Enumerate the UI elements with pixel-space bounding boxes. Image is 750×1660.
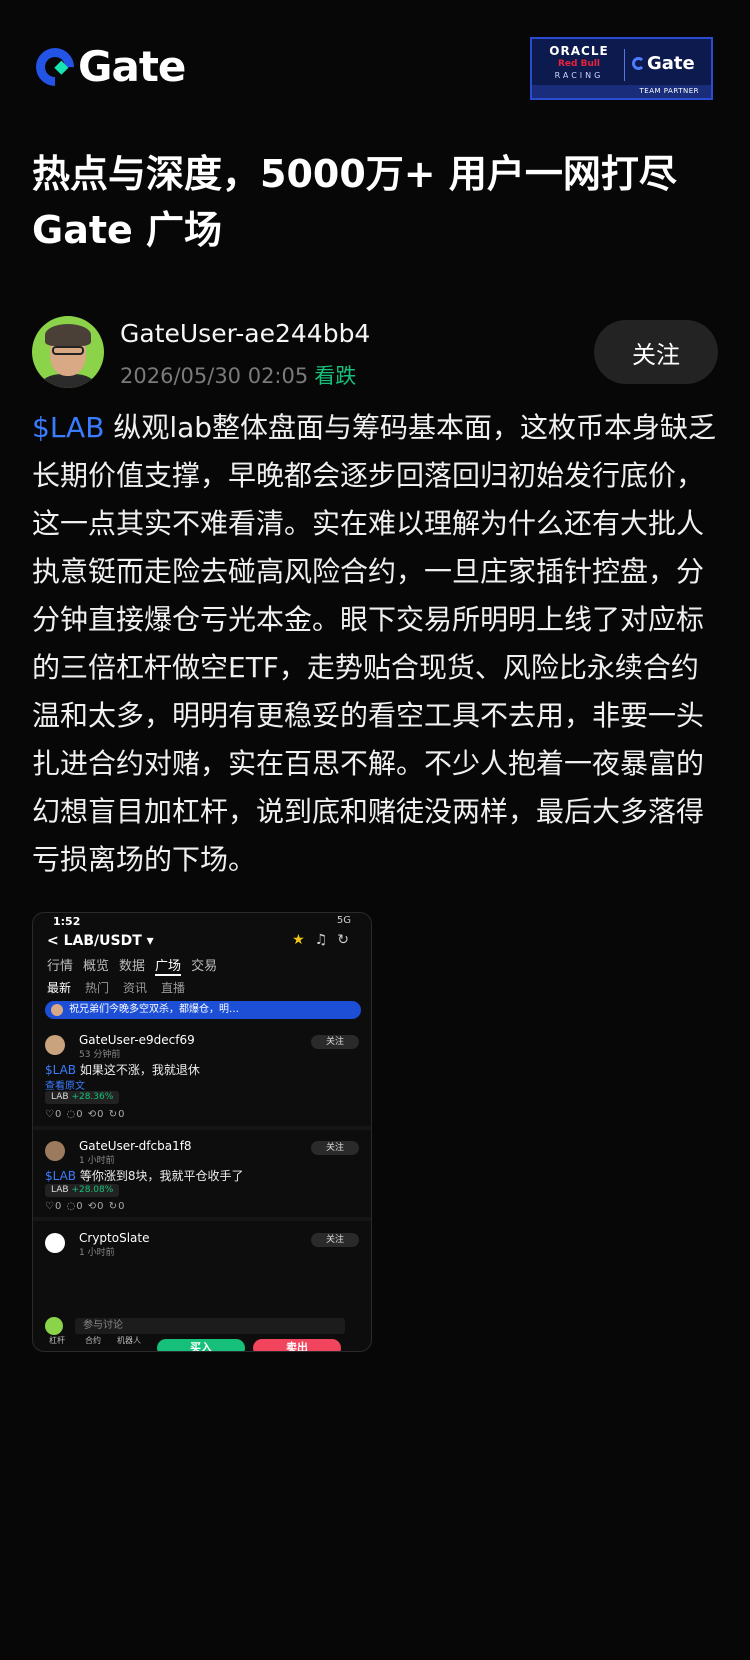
partner-oracle: ORACLE xyxy=(549,44,609,58)
shot-status-icons: 5G xyxy=(336,915,351,926)
gate-logo: Gate xyxy=(28,40,186,94)
post-timestamp: 2026/05/30 02:05 xyxy=(120,364,309,388)
author-avatar[interactable] xyxy=(32,316,104,388)
partner-gate-logo: Gate xyxy=(632,53,695,74)
shot-header-icons: ★♫↻ xyxy=(292,932,359,948)
sentiment-badge: 看跌 xyxy=(314,364,357,388)
gate-logo-text: Gate xyxy=(78,42,186,91)
partner-redbull: Red Bull xyxy=(557,59,601,69)
page-headline: 热点与深度，5000万+ 用户一网打尽 Gate 广场 xyxy=(32,152,677,252)
gate-logo-icon xyxy=(28,40,82,94)
partner-footer: TEAM PARTNER xyxy=(532,85,711,98)
post-body: $LAB 纵观lab整体盘面与筹码基本面，这枚币本身缺乏长期价值支撑，早晚都会逐… xyxy=(32,404,722,884)
bell-icon: ♫ xyxy=(314,932,338,948)
partner-badge: ORACLE Red Bull RACING Gate TEAM PARTNER xyxy=(530,37,713,100)
shot-subtabs: 最新 热门 资讯 直播 xyxy=(47,981,186,995)
post-image-screenshot[interactable]: 1:52 5G < LAB/USDT ▾ ★♫↻ 行情 概览 数据 广场 交易 … xyxy=(32,912,372,1352)
shot-comment-input: 参与讨论 xyxy=(45,1317,361,1335)
post-meta: 2026/05/30 02:05 看跌 xyxy=(120,360,356,390)
partner-racing: RACING xyxy=(554,71,604,80)
gate-small-icon xyxy=(632,57,645,70)
shot-pair-title: < LAB/USDT ▾ xyxy=(47,933,154,949)
shot-tabs: 行情 概览 数据 广场 交易 xyxy=(47,955,217,976)
shot-bottom-bar: 杠杆 合约 机器人 买入 卖出 xyxy=(33,1335,371,1351)
follow-button[interactable]: 关注 xyxy=(594,320,718,384)
star-icon: ★ xyxy=(292,932,315,948)
shot-live-banner: 祝兄弟们今晚多空双杀，都爆仓，明… xyxy=(45,1001,361,1019)
author-name[interactable]: GateUser-ae244bb4 xyxy=(120,319,370,348)
refresh-icon: ↻ xyxy=(337,932,359,948)
coin-tag-link[interactable]: $LAB xyxy=(32,411,104,444)
post-text: 纵观lab整体盘面与筹码基本面，这枚币本身缺乏长期价值支撑，早晚都会逐步回落回归… xyxy=(32,411,717,876)
shot-status-time: 1:52 xyxy=(53,915,81,928)
